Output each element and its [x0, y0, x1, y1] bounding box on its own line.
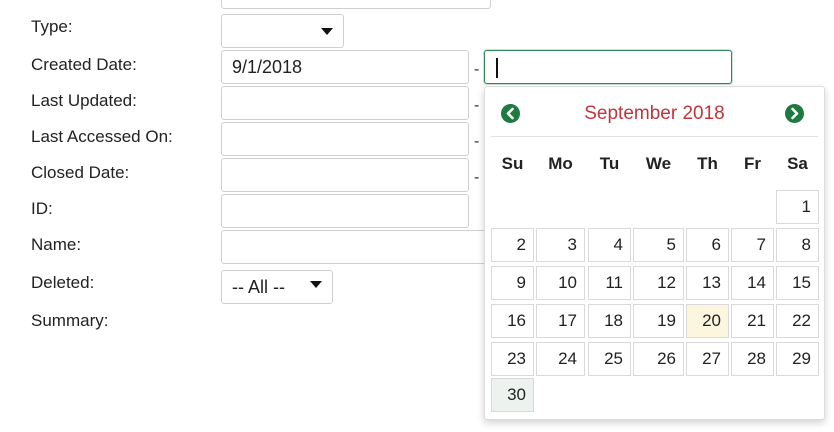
day-cell[interactable]: 7	[731, 228, 774, 262]
weekday-header: Fr	[744, 154, 761, 173]
header-divider	[491, 136, 818, 137]
id-input[interactable]	[221, 194, 469, 228]
last-updated-label: Last Updated:	[31, 91, 137, 110]
id-label: ID:	[31, 199, 53, 218]
last-updated-from-input[interactable]	[221, 86, 469, 120]
day-cell[interactable]: 17	[536, 304, 585, 338]
chevron-down-icon	[321, 28, 333, 35]
day-cell[interactable]: 20	[686, 304, 729, 338]
closed-date-from-input[interactable]	[221, 158, 469, 192]
day-cell[interactable]: 27	[686, 342, 729, 376]
type-label: Type:	[31, 17, 73, 36]
day-cell[interactable]: 13	[686, 266, 729, 300]
weekday-header: Mo	[548, 154, 573, 173]
day-cell[interactable]: 8	[776, 228, 819, 262]
summary-label: Summary:	[31, 311, 109, 330]
name-input[interactable]	[221, 230, 491, 264]
weekday-header: Th	[697, 154, 718, 173]
day-cell[interactable]: 29	[776, 342, 819, 376]
day-cell[interactable]: 22	[776, 304, 819, 338]
weekday-header: We	[645, 154, 672, 173]
day-cell[interactable]: 26	[633, 342, 684, 376]
day-cell[interactable]: 16	[491, 304, 534, 338]
day-cell[interactable]: 4	[588, 228, 631, 262]
range-separator: -	[474, 169, 480, 186]
day-cell[interactable]: 30	[491, 378, 534, 412]
text-cursor	[496, 58, 498, 78]
created-date-to-input[interactable]	[484, 50, 732, 84]
day-cell[interactable]: 5	[633, 228, 684, 262]
day-cell[interactable]: 25	[588, 342, 631, 376]
chevron-down-icon	[310, 281, 322, 288]
top-partial-input[interactable]	[221, 0, 491, 9]
next-month-button[interactable]	[785, 104, 804, 123]
day-cell[interactable]: 9	[491, 266, 534, 300]
weekday-header: Sa	[787, 154, 808, 173]
last-accessed-label: Last Accessed On:	[31, 127, 173, 146]
type-select[interactable]	[221, 14, 344, 48]
day-cell[interactable]: 28	[731, 342, 774, 376]
deleted-select-value: -- All --	[232, 277, 285, 297]
range-separator: -	[474, 97, 480, 114]
weekday-header: Su	[501, 154, 524, 173]
day-cell[interactable]: 23	[491, 342, 534, 376]
day-cell[interactable]: 15	[776, 266, 819, 300]
day-cell[interactable]: 11	[588, 266, 631, 300]
day-cell[interactable]: 14	[731, 266, 774, 300]
deleted-select[interactable]: -- All --	[221, 270, 333, 304]
deleted-label: Deleted:	[31, 273, 95, 292]
day-cell[interactable]: 19	[633, 304, 684, 338]
day-cell[interactable]: 10	[536, 266, 585, 300]
weekday-header: Tu	[599, 154, 620, 173]
day-cell[interactable]: 21	[731, 304, 774, 338]
datepicker-header: September 2018	[485, 87, 824, 137]
day-cell[interactable]: 1	[776, 190, 819, 224]
last-accessed-from-input[interactable]	[221, 122, 469, 156]
day-cell[interactable]: 12	[633, 266, 684, 300]
day-cell[interactable]: 18	[588, 304, 631, 338]
datepicker-popup: September 2018 Su Mo Tu We Th Fr Sa 1234567891…	[484, 86, 825, 420]
created-date-from-input[interactable]: 9/1/2018	[221, 50, 469, 84]
created-date-label: Created Date:	[31, 55, 137, 74]
day-cell[interactable]: 24	[536, 342, 585, 376]
day-cell[interactable]: 6	[686, 228, 729, 262]
closed-date-label: Closed Date:	[31, 163, 130, 182]
day-cell[interactable]: 3	[536, 228, 585, 262]
name-label: Name:	[31, 235, 82, 254]
range-separator: -	[474, 133, 480, 150]
range-separator: -	[474, 61, 480, 78]
created-date-from-value: 9/1/2018	[232, 57, 303, 77]
chevron-right-circle-icon	[791, 107, 799, 120]
day-cell[interactable]: 2	[491, 228, 534, 262]
month-title: September 2018	[584, 103, 725, 124]
